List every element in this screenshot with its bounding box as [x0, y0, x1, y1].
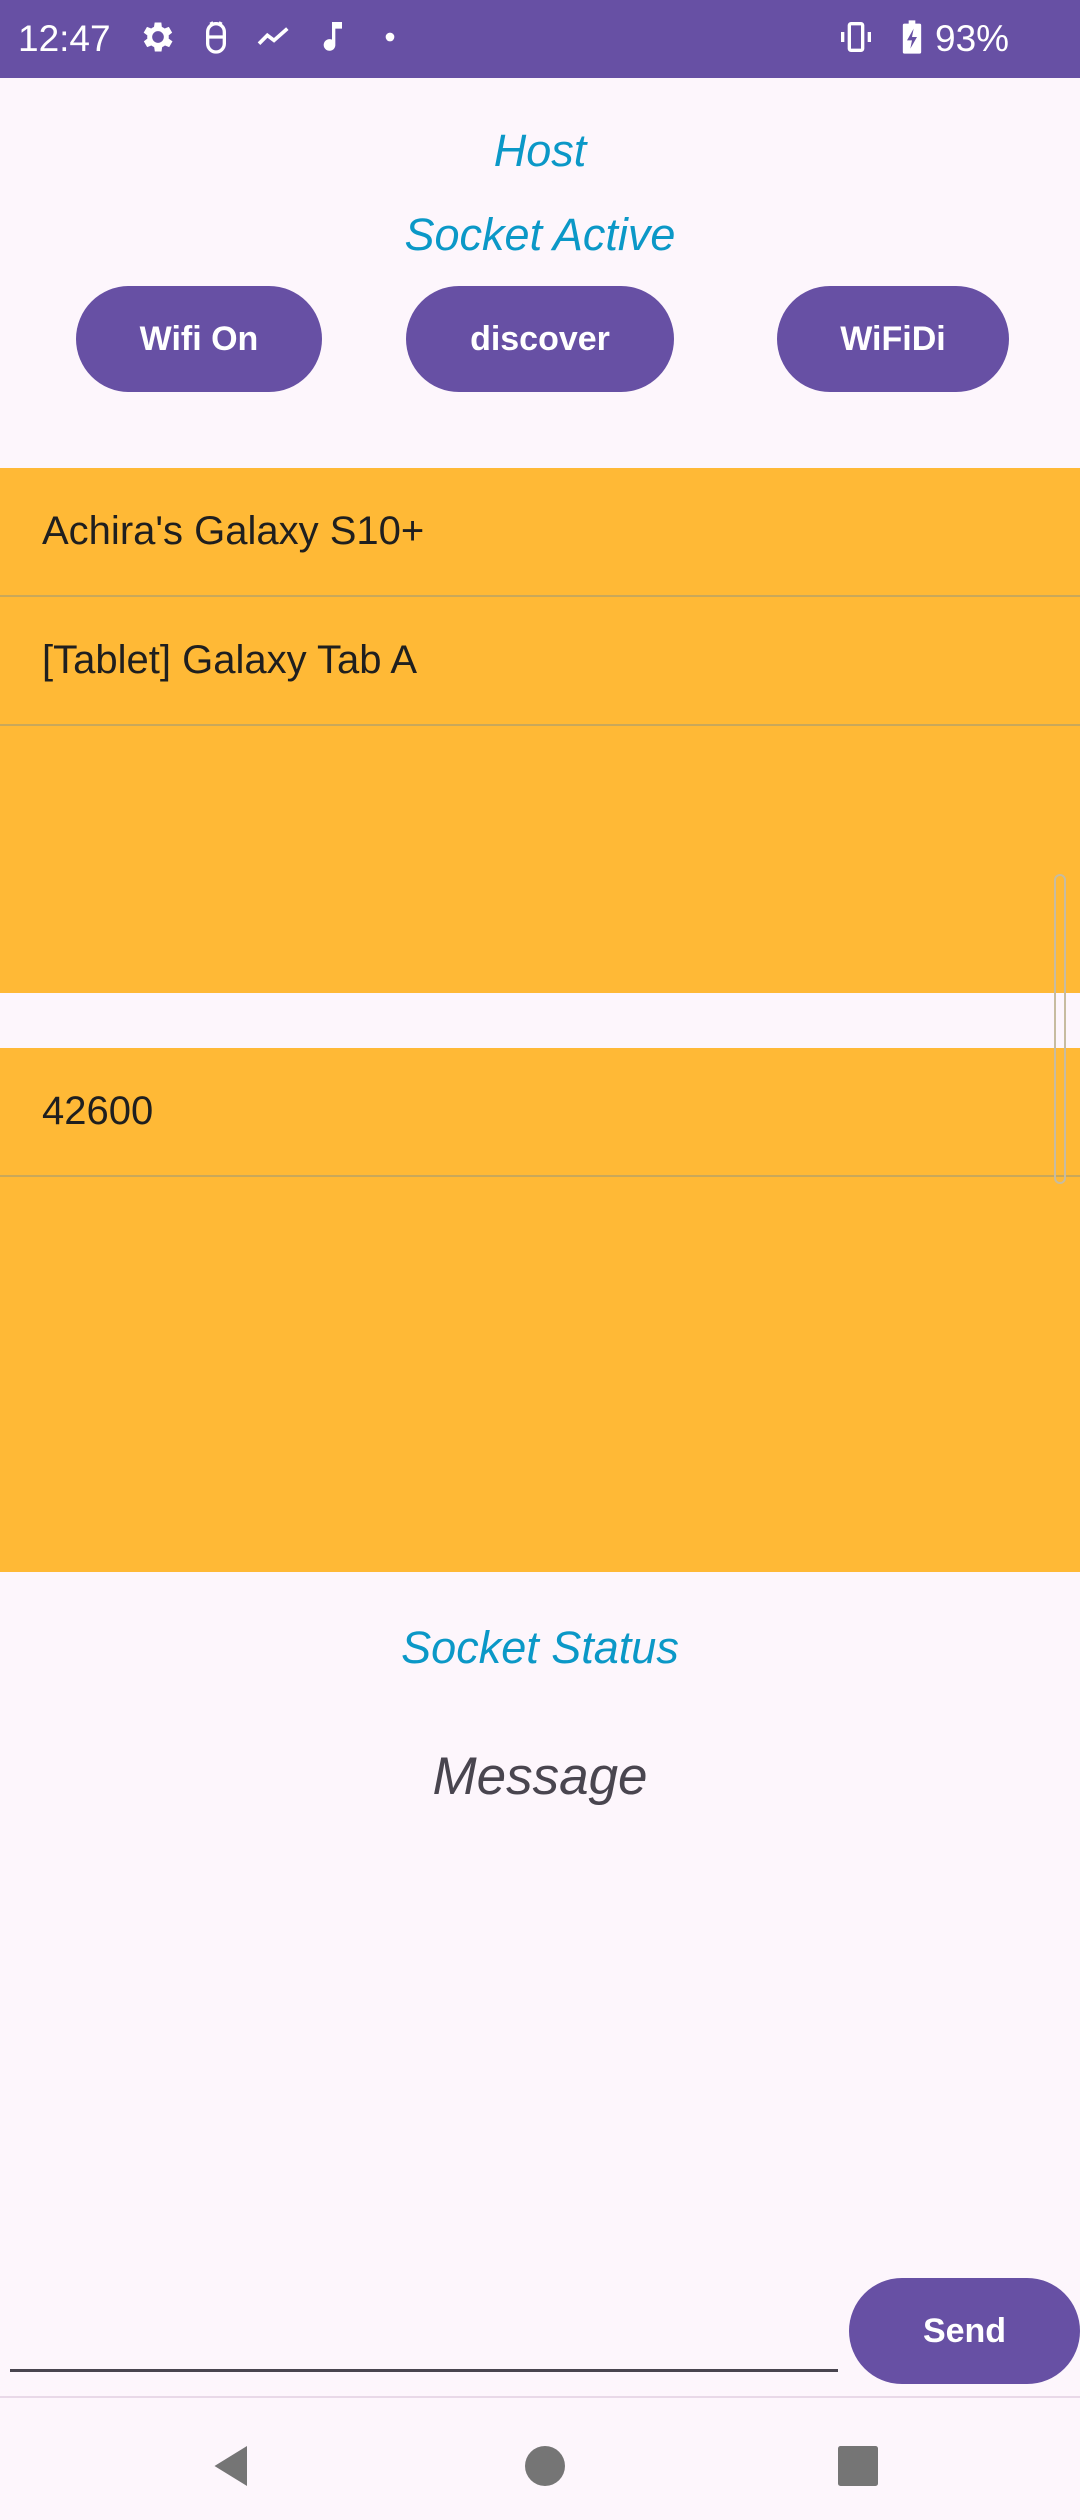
battery-charging-icon — [892, 17, 932, 57]
device-name: [Tablet] Galaxy Tab A — [42, 638, 418, 682]
dot-icon — [370, 17, 410, 57]
port-value: 42600 — [42, 1089, 154, 1133]
status-time: 12:47 — [18, 18, 111, 59]
socket-state-label: Socket Active — [404, 209, 676, 260]
android-debug-icon — [196, 17, 236, 57]
send-button[interactable]: Send — [849, 2278, 1080, 2384]
activity-trend-icon — [254, 17, 294, 57]
device-name: Achira's Galaxy S10+ — [42, 509, 425, 553]
message-input[interactable] — [10, 2300, 838, 2372]
battery-percent: 93% — [935, 18, 1010, 59]
recents-icon[interactable] — [828, 2436, 888, 2496]
device-list[interactable]: Achira's Galaxy S10+ [Tablet] Galaxy Tab… — [0, 468, 1080, 993]
status-bar: 12:47 93% — [0, 0, 1080, 78]
device-list-item[interactable]: Achira's Galaxy S10+ — [0, 468, 1080, 597]
back-icon[interactable] — [202, 2436, 262, 2496]
socket-status-label: Socket Status — [401, 1622, 679, 1673]
navigation-bar — [0, 2398, 1080, 2520]
music-note-icon — [312, 17, 352, 57]
device-list-item[interactable]: [Tablet] Galaxy Tab A — [0, 597, 1080, 726]
home-icon[interactable] — [515, 2436, 575, 2496]
scrollbar[interactable] — [1054, 874, 1066, 1184]
wifi-on-button[interactable]: Wifi On — [76, 286, 322, 392]
port-list[interactable]: 42600 — [0, 1048, 1080, 1572]
wifidi-button[interactable]: WiFiDi — [777, 286, 1009, 392]
vibrate-icon — [836, 17, 876, 57]
role-label: Host — [493, 125, 587, 176]
discover-button[interactable]: discover — [406, 286, 674, 392]
settings-icon — [138, 17, 178, 57]
message-label: Message — [432, 1747, 648, 1806]
port-list-item[interactable]: 42600 — [0, 1048, 1080, 1177]
